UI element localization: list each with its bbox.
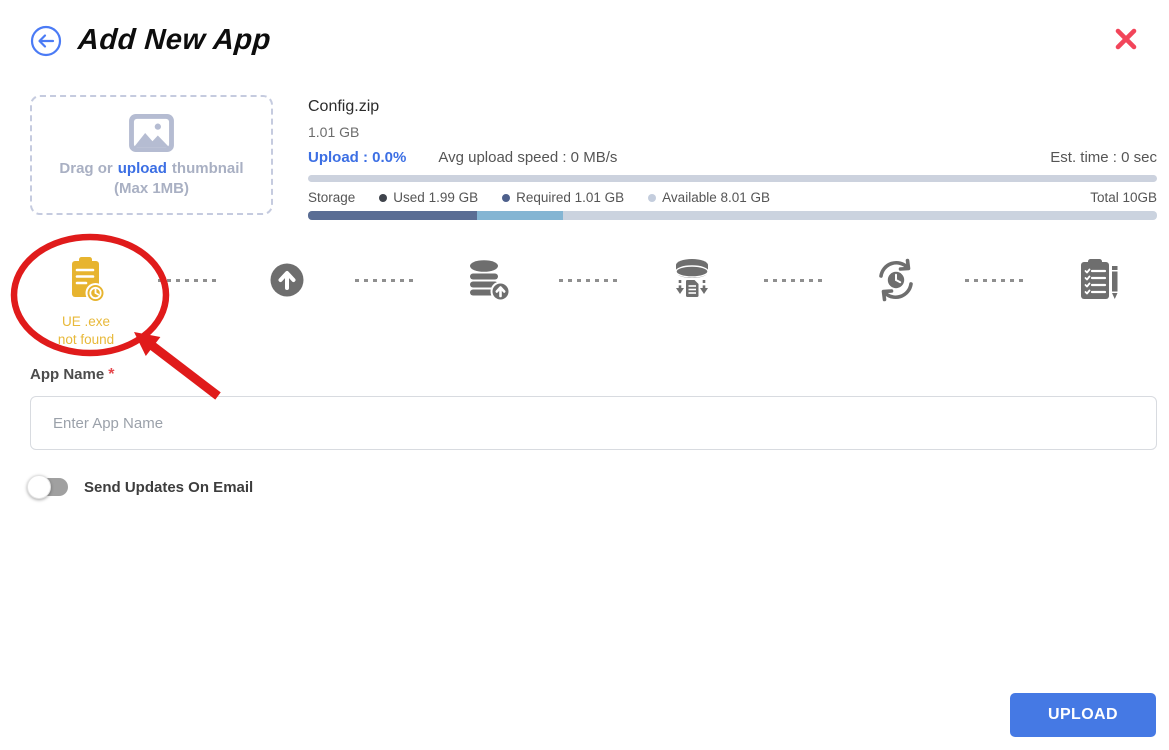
storage-total-label: Total 10GB	[1090, 190, 1157, 205]
step-status-line2: not found	[21, 331, 151, 349]
est-time-label: Est. time : 0 sec	[1050, 149, 1157, 166]
available-bullet-icon	[648, 194, 656, 202]
upload-pipeline-stepper: UE .exe not found	[62, 256, 1121, 304]
close-button[interactable]	[1113, 26, 1139, 55]
app-name-form: App Name*	[30, 366, 1157, 450]
upload-section: Drag or upload thumbnail (Max 1MB) Confi…	[30, 95, 1157, 220]
email-updates-toggle[interactable]	[30, 478, 68, 496]
upload-stats-row: Upload : 0.0% Avg upload speed : 0 MB/s …	[308, 149, 1157, 166]
file-name: Config.zip	[308, 97, 1157, 117]
step-exe-check: UE .exe not found	[62, 255, 110, 305]
email-updates-row: Send Updates On Email	[30, 478, 1169, 496]
avg-speed-label: Avg upload speed : 0 MB/s	[438, 149, 617, 166]
email-updates-label: Send Updates On Email	[84, 479, 253, 496]
upload-progress-bar	[308, 175, 1157, 182]
dropzone-text-prefix: Drag or	[59, 160, 112, 177]
required-asterisk: *	[108, 366, 114, 383]
extract-files-icon	[668, 257, 716, 303]
add-new-app-dialog: Add New App Drag or upload thumbnail (Ma…	[0, 0, 1169, 750]
stepper-connector	[716, 279, 873, 282]
upload-button[interactable]: UPLOAD	[1010, 693, 1156, 737]
step-database-upload	[465, 258, 511, 302]
required-bullet-icon	[502, 194, 510, 202]
legend-item-used: Used 1.99 GB	[379, 190, 478, 205]
step-extract-files	[668, 257, 716, 303]
step-upload	[267, 260, 307, 300]
sync-clock-icon	[874, 258, 918, 302]
storage-label: Storage	[308, 190, 355, 205]
step-sync	[874, 258, 918, 302]
stepper-connector	[307, 279, 464, 282]
back-arrow-icon	[30, 25, 62, 57]
storage-required-segment	[477, 211, 563, 220]
upload-progress-label: Upload : 0.0%	[308, 149, 406, 166]
database-upload-icon	[465, 258, 511, 302]
header: Add New App	[0, 0, 1169, 57]
step-status-line1: UE .exe	[21, 313, 151, 331]
app-name-label: App Name	[30, 366, 104, 383]
app-name-label-row: App Name*	[30, 366, 1157, 384]
dropzone-text: Drag or upload thumbnail	[59, 160, 243, 177]
checklist-pencil-icon	[1075, 257, 1121, 303]
used-bullet-icon	[379, 194, 387, 202]
storage-used-segment	[308, 211, 477, 220]
legend-item-available: Available 8.01 GB	[648, 190, 770, 205]
stepper-connector	[110, 279, 267, 282]
available-label: Available 8.01 GB	[662, 190, 770, 205]
used-label: Used 1.99 GB	[393, 190, 478, 205]
stepper-connector	[511, 279, 668, 282]
file-size: 1.01 GB	[308, 124, 1157, 140]
thumbnail-dropzone[interactable]: Drag or upload thumbnail (Max 1MB)	[30, 95, 273, 215]
legend-item-required: Required 1.01 GB	[502, 190, 624, 205]
dropzone-text-suffix: thumbnail	[172, 160, 244, 177]
stepper-connector	[918, 279, 1075, 282]
image-placeholder-icon	[128, 113, 175, 153]
storage-legend: Storage Used 1.99 GB Required 1.01 GB Av…	[308, 190, 1157, 205]
storage-bar	[308, 211, 1157, 220]
page-title: Add New App	[77, 24, 272, 57]
dropzone-max-size: (Max 1MB)	[114, 180, 189, 197]
back-button[interactable]	[30, 25, 62, 57]
close-icon	[1113, 26, 1139, 52]
step-status-caption: UE .exe not found	[21, 313, 151, 349]
upload-thumbnail-link[interactable]: upload	[118, 160, 167, 177]
toggle-knob	[27, 475, 51, 499]
step-checklist	[1075, 257, 1121, 303]
upload-circle-icon	[267, 260, 307, 300]
exe-check-icon	[62, 255, 110, 305]
file-info: Config.zip 1.01 GB Upload : 0.0% Avg upl…	[308, 95, 1157, 220]
app-name-input[interactable]	[30, 396, 1157, 450]
required-label: Required 1.01 GB	[516, 190, 624, 205]
